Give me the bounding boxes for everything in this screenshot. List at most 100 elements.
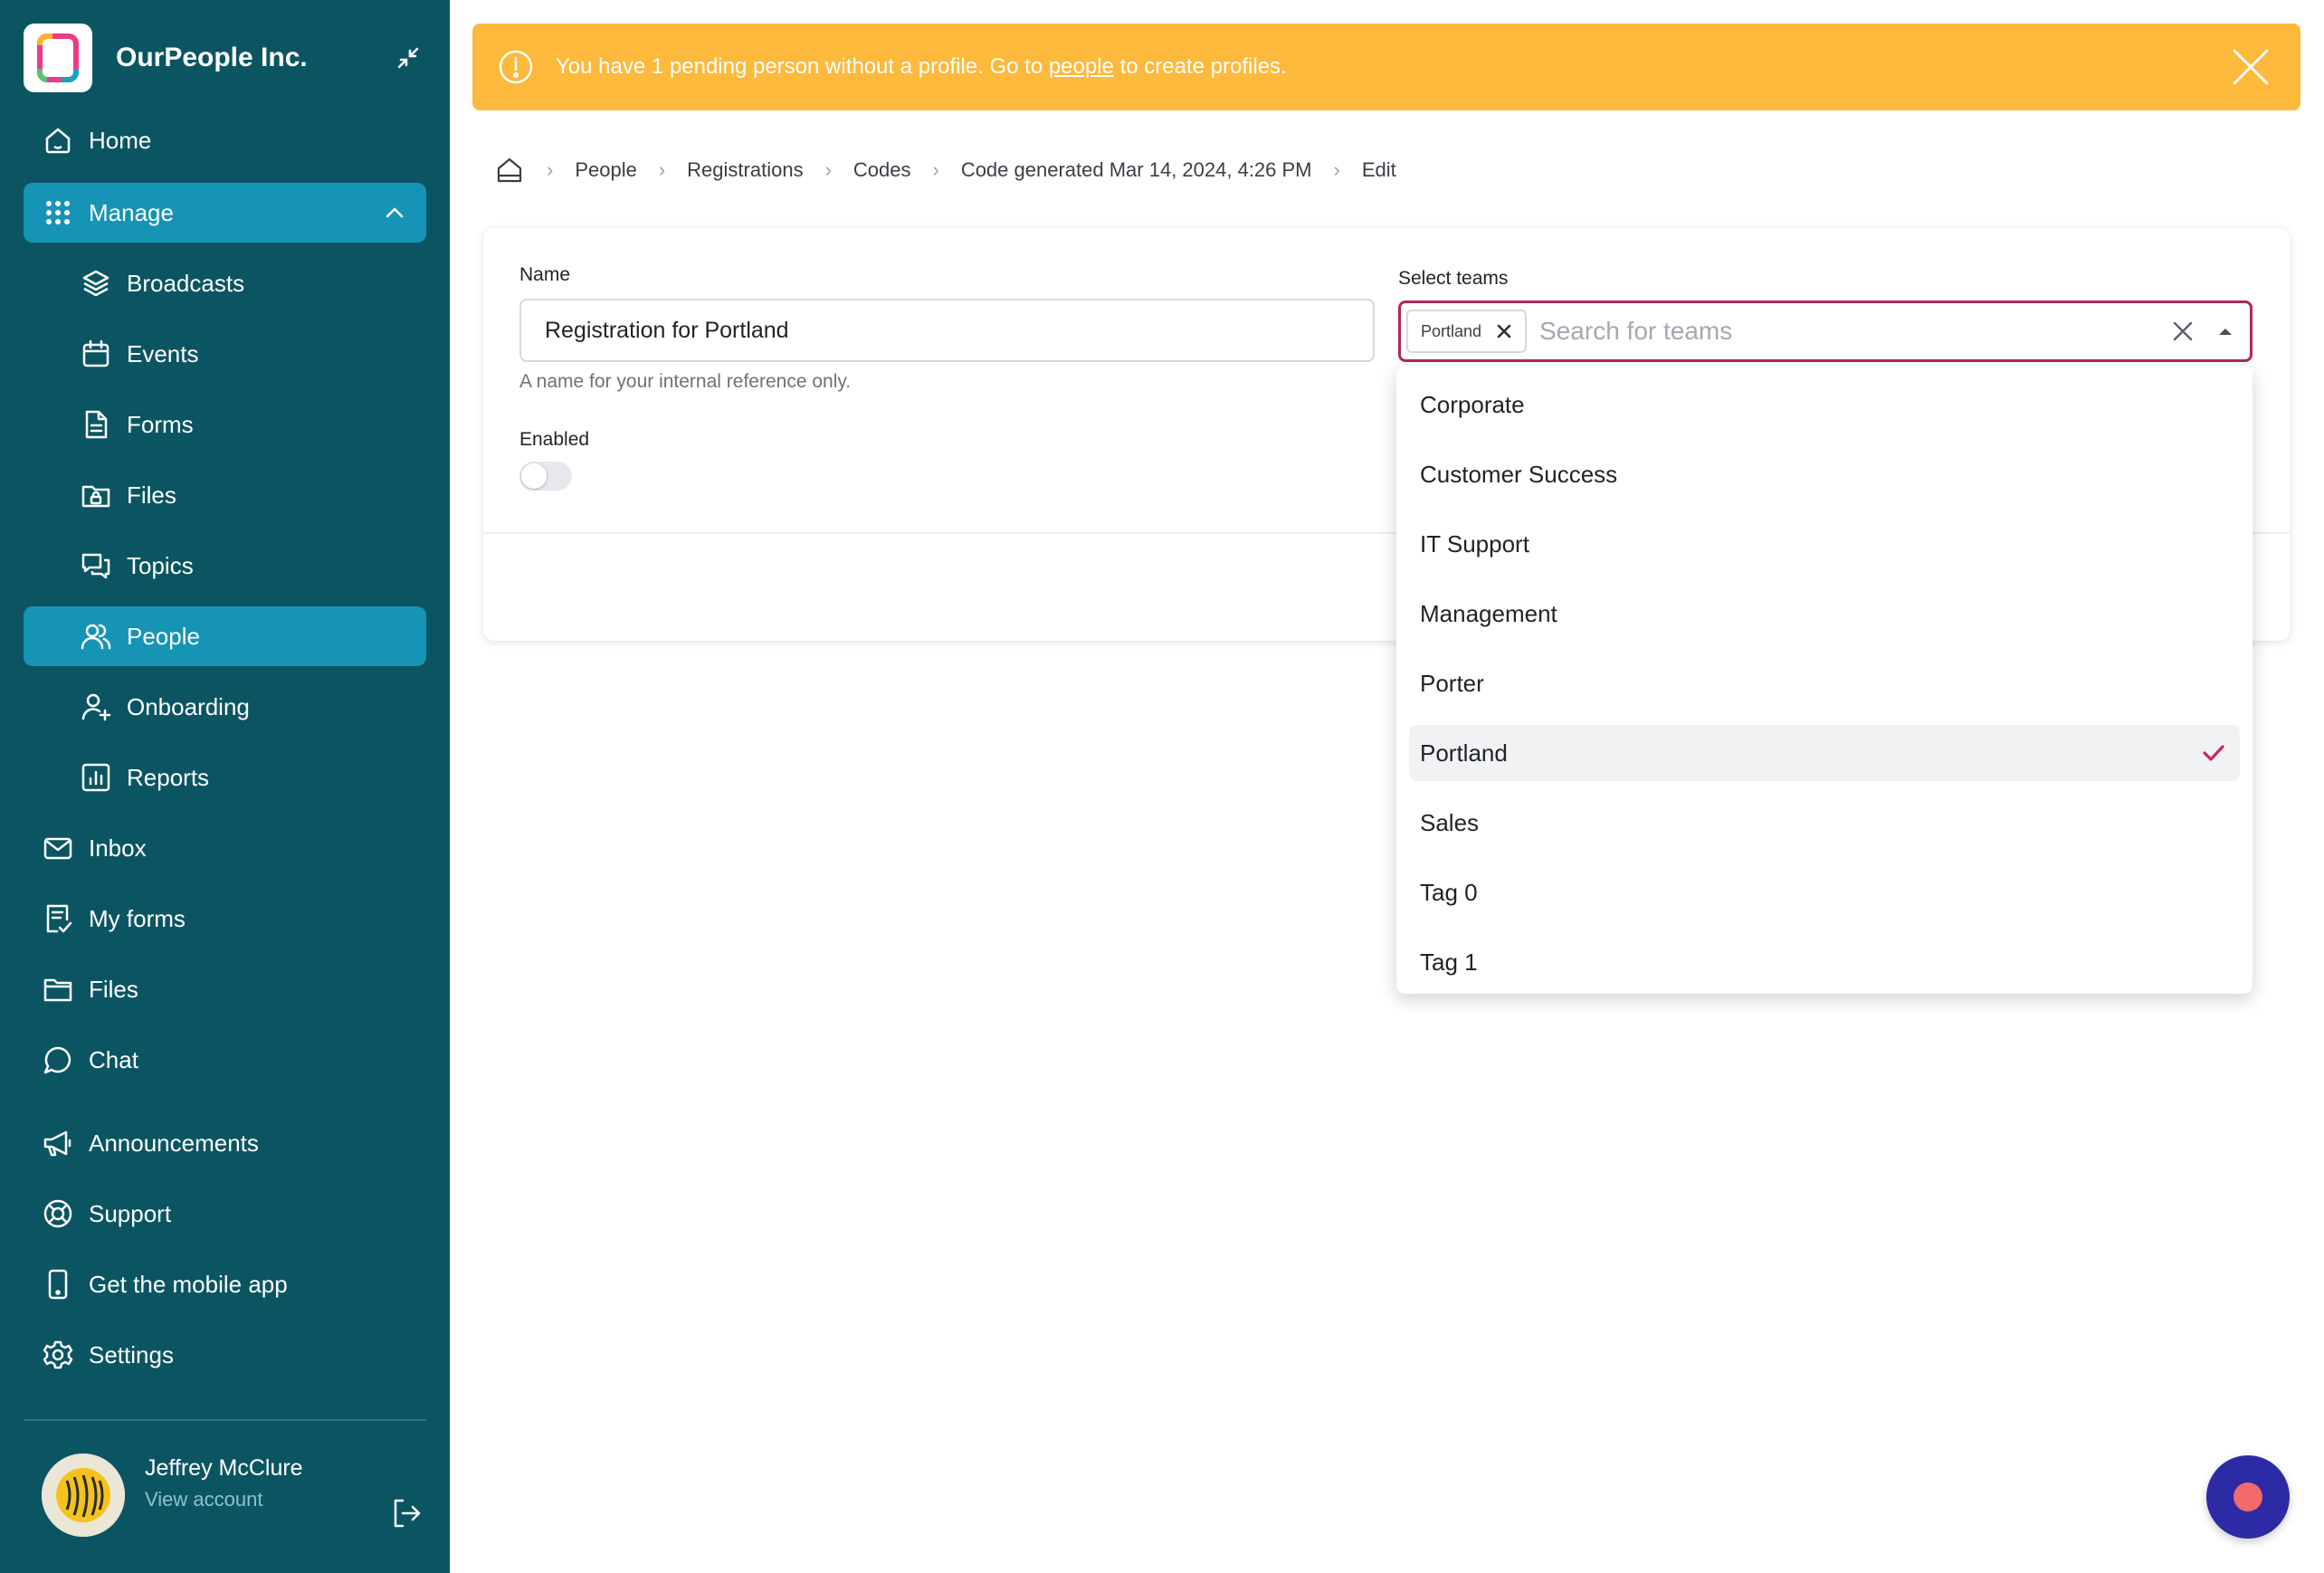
sidebar-item-label: Announcements [89,1129,259,1157]
help-chat-button[interactable] [2206,1455,2290,1539]
breadcrumb-separator: › [932,158,939,181]
grid-icon [40,195,76,231]
sidebar-item-label: Onboarding [127,692,250,720]
breadcrumb-edit: Edit [1361,158,1396,181]
team-option[interactable]: Tag 1 [1409,934,2240,990]
gear-icon [40,1337,76,1373]
enabled-toggle[interactable] [519,462,572,491]
user-account[interactable]: Jeffrey McClure View account [42,1454,426,1540]
sidebar-item-label: Broadcasts [127,269,245,297]
chat-bubbles-icon [78,548,114,584]
record-dot-icon [2234,1482,2262,1511]
sidebar-item-label: Reports [127,763,210,791]
breadcrumb: › People › Registrations › Codes › Code … [494,152,1396,188]
home-icon [40,122,76,158]
chevron-up-icon [383,201,406,231]
chip-label: Portland [1421,321,1482,340]
sidebar-item-label: My forms [89,904,186,932]
teams-dropdown: Corporate Customer Success IT Support Ma… [1396,366,2253,994]
sidebar-item-home[interactable]: Home [24,110,426,170]
avatar [42,1454,125,1537]
breadcrumb-code[interactable]: Code generated Mar 14, 2024, 4:26 PM [961,158,1312,182]
team-option[interactable]: Customer Success [1409,446,2240,502]
breadcrumb-people[interactable]: People [575,158,637,182]
option-label: Corporate [1420,390,1525,418]
team-option[interactable]: IT Support [1409,516,2240,572]
sidebar-item-chat[interactable]: Chat [24,1030,426,1090]
sidebar-item-label: Files [127,481,176,509]
home-icon[interactable] [494,155,525,186]
org-header: OurPeople Inc. [24,24,426,92]
sidebar-item-support[interactable]: Support [24,1184,426,1244]
folder-lock-icon [78,477,114,513]
sidebar-item-onboarding[interactable]: Onboarding [24,677,426,737]
sidebar-item-inbox[interactable]: Inbox [24,818,426,878]
sidebar-item-reports[interactable]: Reports [24,748,426,807]
sidebar-item-manage[interactable]: Manage [24,183,426,243]
banner-message: You have 1 pending person without a prof… [556,54,2228,80]
breadcrumb-codes[interactable]: Codes [853,158,911,182]
breadcrumb-separator: › [547,158,554,181]
option-label: Sales [1420,808,1480,836]
option-label: Porter [1420,669,1484,697]
team-option[interactable]: Corporate [1409,377,2240,433]
sidebar-divider [24,1419,426,1421]
toggle-knob [521,463,547,489]
team-option-selected[interactable]: Portland [1409,725,2240,781]
sidebar-item-label: Events [127,339,199,367]
view-account-link[interactable]: View account [145,1488,262,1511]
sidebar: OurPeople Inc. Home Manage Broadcasts Ev… [0,0,450,1573]
pending-profile-banner: You have 1 pending person without a prof… [472,24,2300,110]
team-option[interactable]: Management [1409,586,2240,642]
collapse-sidebar-icon[interactable] [390,40,426,76]
sidebar-item-mobile-app[interactable]: Get the mobile app [24,1254,426,1314]
org-name: OurPeople Inc. [116,43,308,72]
option-label: Customer Success [1420,460,1618,488]
option-label: Portland [1420,739,1508,767]
sidebar-item-label: Get the mobile app [89,1270,288,1298]
sidebar-item-settings[interactable]: Settings [24,1325,426,1385]
sidebar-item-label: Forms [127,410,194,438]
sidebar-item-my-forms[interactable]: My forms [24,889,426,949]
sidebar-item-topics[interactable]: Topics [24,536,426,596]
banner-text-before: You have 1 pending person without a prof… [556,54,1049,79]
sidebar-item-label: Files [89,975,138,1003]
clear-selection-icon[interactable] [2167,315,2199,348]
sidebar-item-broadcasts[interactable]: Broadcasts [24,253,426,313]
sidebar-item-forms[interactable]: Forms [24,395,426,454]
sidebar-item-people[interactable]: People [24,606,426,666]
sidebar-item-announcements[interactable]: Announcements [24,1113,426,1173]
caret-up-icon[interactable] [2212,318,2239,345]
lifebuoy-icon [40,1196,76,1232]
sidebar-item-events[interactable]: Events [24,324,426,384]
warning-icon [498,49,534,85]
teams-multiselect[interactable]: Portland Search for teams [1398,300,2253,362]
sidebar-item-label: Home [89,126,152,154]
document-icon [78,406,114,443]
remove-chip-icon[interactable] [1494,321,1514,341]
teams-search-input[interactable]: Search for teams [1539,317,2167,346]
option-label: Tag 0 [1420,878,1478,906]
selected-team-chip: Portland [1406,310,1528,353]
option-label: IT Support [1420,529,1529,558]
folder-icon [40,971,76,1007]
calendar-icon [78,336,114,372]
team-option[interactable]: Porter [1409,655,2240,711]
select-teams-label: Select teams [1398,268,1509,289]
close-icon[interactable] [2228,44,2273,90]
name-input[interactable]: Registration for Portland [519,299,1375,362]
sidebar-item-files-personal[interactable]: Files [24,959,426,1019]
sidebar-item-files[interactable]: Files [24,465,426,525]
bar-chart-icon [78,759,114,796]
team-option[interactable]: Tag 0 [1409,864,2240,920]
people-link[interactable]: people [1049,54,1114,79]
breadcrumb-registrations[interactable]: Registrations [687,158,803,182]
org-logo [24,24,92,92]
user-name: Jeffrey McClure [145,1455,303,1481]
banner-text-after: to create profiles. [1113,54,1287,79]
sidebar-item-label: Support [89,1199,172,1227]
name-label: Name [519,264,571,285]
team-option[interactable]: Sales [1409,795,2240,851]
logout-icon[interactable] [386,1493,426,1533]
checkmark-icon [2200,739,2227,767]
